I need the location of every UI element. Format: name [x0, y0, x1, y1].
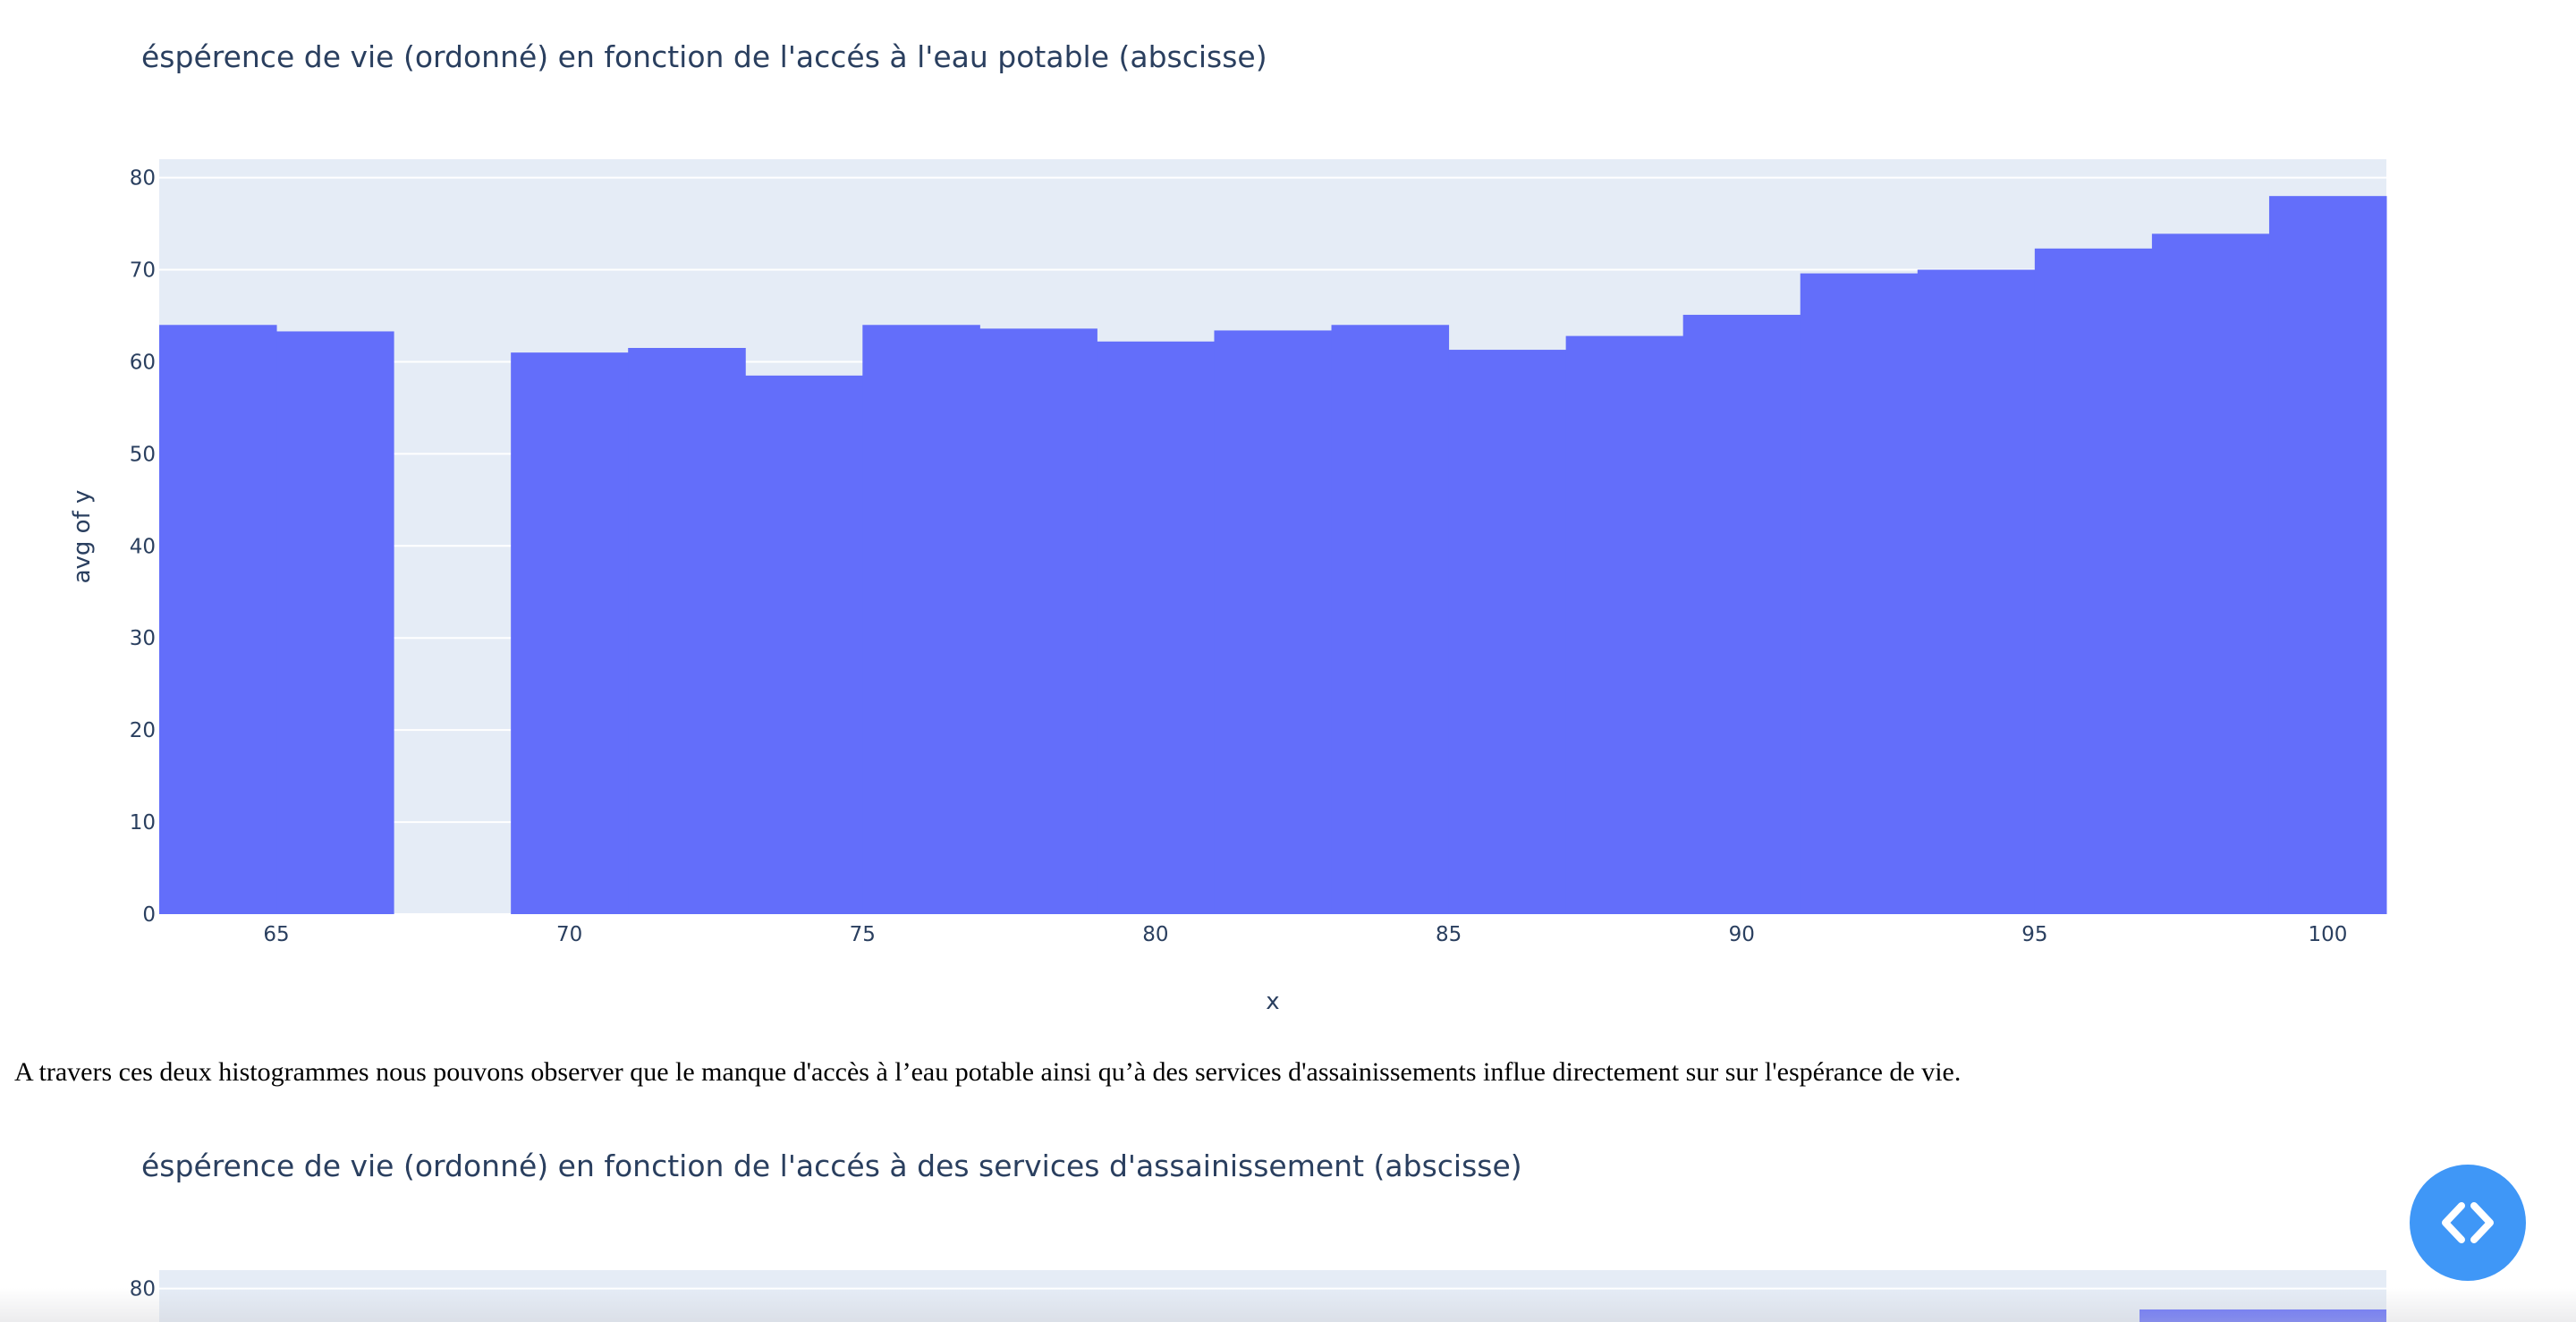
- histogram-sanitation-access[interactable]: 80: [0, 0, 2576, 1322]
- bar: [2140, 1309, 2386, 1322]
- plot-area: [159, 1270, 2386, 1322]
- code-brackets-icon: [2442, 1202, 2494, 1243]
- code-toggle-button[interactable]: [2410, 1165, 2526, 1281]
- y-tick-label: 80: [130, 1278, 156, 1301]
